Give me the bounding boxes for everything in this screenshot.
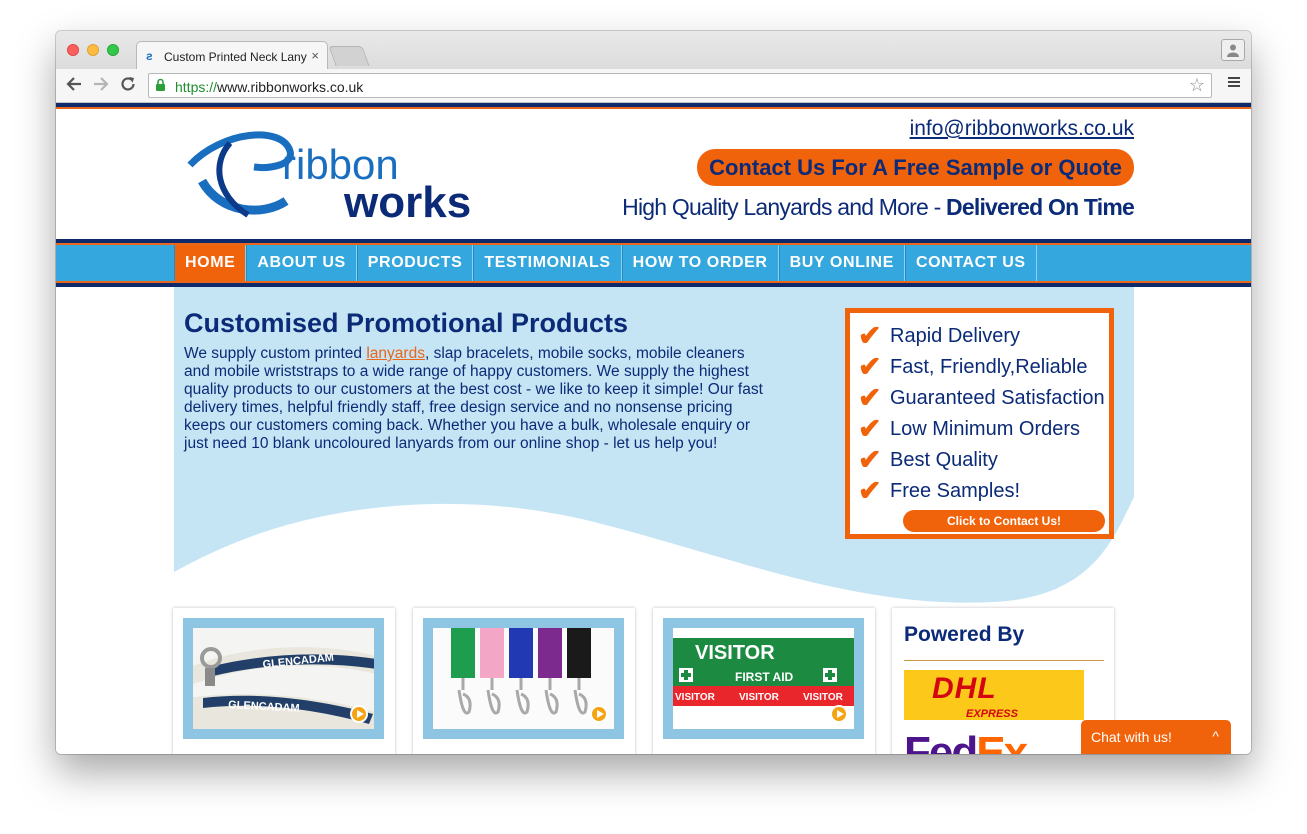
browser-toolbar: https://www.ribbonworks.co.uk ☆ <box>56 69 1251 103</box>
card-image-frame <box>423 618 624 739</box>
ribbon-favicon-icon: ƨ <box>146 49 153 63</box>
card-3-print-text-visitor-small: VISITOR <box>803 692 844 703</box>
checkmark-icon: ✔ <box>858 444 882 475</box>
forward-arrow-icon[interactable] <box>92 75 110 98</box>
browser-titlebar: ƨ Custom Printed Neck Lany × <box>56 31 1251 69</box>
header-stripe <box>56 103 1251 109</box>
logo-word-works: works <box>343 178 471 221</box>
web-page: ribbon works info@ribbonworks.co.uk Cont… <box>56 103 1251 754</box>
checkmark-icon: ✔ <box>858 382 882 413</box>
play-arrow-icon[interactable] <box>350 705 368 723</box>
bookmark-star-icon[interactable]: ☆ <box>1189 75 1205 96</box>
reload-icon[interactable] <box>119 75 137 98</box>
chat-widget-button[interactable]: Chat with us! ^ <box>1081 720 1231 754</box>
menu-icon[interactable] <box>1227 74 1241 94</box>
dhl-logo: DHL EXPRESS <box>904 670 1084 720</box>
lanyards-link[interactable]: lanyards <box>366 345 425 362</box>
benefit-item: ✔ Best Quality <box>858 445 998 475</box>
powered-by-title: Powered By <box>904 623 1025 646</box>
tagline-regular: High Quality Lanyards and More - <box>622 194 947 220</box>
hero-text-before: We supply custom printed <box>184 345 367 362</box>
benefit-item: ✔ Rapid Delivery <box>858 321 1020 351</box>
product-card-printed-lanyards[interactable]: GLENCADAM GLENCADAM <box>173 608 395 754</box>
chat-label: Chat with us! <box>1091 729 1172 745</box>
card-image-frame: GLENCADAM GLENCADAM <box>183 618 384 739</box>
tab-title: Custom Printed Neck Lany <box>164 50 307 64</box>
nav-item-contact-us[interactable]: CONTACT US <box>904 245 1037 281</box>
benefit-item: ✔ Guaranteed Satisfaction <box>858 383 1105 413</box>
tab-close-icon[interactable]: × <box>311 48 319 63</box>
card-3-print-text-first-aid: FIRST AID <box>735 670 794 684</box>
free-sample-cta-button[interactable]: Contact Us For A Free Sample or Quote <box>697 149 1134 186</box>
play-arrow-icon[interactable] <box>830 705 848 723</box>
close-window-button[interactable] <box>67 44 79 56</box>
card-image-frame: VISITOR FIRST AID VISITOR VISITOR VISITO… <box>663 618 864 739</box>
browser-tab[interactable]: ƨ Custom Printed Neck Lany × <box>136 41 328 69</box>
ribbonworks-logo[interactable]: ribbon works <box>182 121 502 227</box>
tagline: High Quality Lanyards and More - Deliver… <box>622 194 1135 221</box>
click-to-contact-button[interactable]: Click to Contact Us! <box>903 510 1105 532</box>
nav-item-buy-online[interactable]: BUY ONLINE <box>778 245 905 281</box>
coloured-lanyards-image[interactable] <box>433 628 614 729</box>
card-3-print-text-visitor: VISITOR <box>695 642 775 664</box>
benefit-label: Rapid Delivery <box>890 324 1021 347</box>
card-3-print-text-visitor-small: VISITOR <box>739 692 780 703</box>
benefits-box: ✔ Rapid Delivery ✔ Fast, Friendly,Reliable… <box>845 308 1114 539</box>
benefit-item: ✔ Low Minimum Orders <box>858 414 1080 444</box>
email-link[interactable]: info@ribbonworks.co.uk <box>910 117 1134 141</box>
back-arrow-icon[interactable] <box>65 75 83 98</box>
checkmark-icon: ✔ <box>858 351 882 382</box>
address-bar[interactable]: https://www.ribbonworks.co.uk ☆ <box>148 73 1212 98</box>
new-tab-button[interactable] <box>328 46 370 66</box>
nav-item-testimonials[interactable]: TESTIMONIALS <box>473 245 622 281</box>
checkmark-icon: ✔ <box>858 475 882 506</box>
hero-description: We supply custom printed lanyards, slap … <box>184 345 774 453</box>
tagline-bold: Delivered On Time <box>946 194 1135 220</box>
nav-item-products[interactable]: PRODUCTS <box>356 245 474 281</box>
benefit-label: Best Quality <box>890 448 998 471</box>
nav-item-about-us[interactable]: ABOUT US <box>246 245 357 281</box>
dhl-logo-text: DHL <box>932 672 997 705</box>
chevron-up-icon[interactable]: ^ <box>1212 728 1219 744</box>
nav-items: HOME ABOUT US PRODUCTS TESTIMONIALS HOW … <box>174 245 1037 281</box>
benefit-label: Guaranteed Satisfaction <box>890 386 1105 409</box>
browser-window: ƨ Custom Printed Neck Lany × https://www… <box>56 31 1251 754</box>
url-text: https://www.ribbonworks.co.uk <box>175 79 363 95</box>
main-nav: HOME ABOUT US PRODUCTS TESTIMONIALS HOW … <box>56 243 1251 283</box>
lock-icon <box>155 78 166 95</box>
dhl-express-text: EXPRESS <box>966 708 1018 720</box>
fedex-logo-ex: Ex <box>976 728 1028 754</box>
checkmark-icon: ✔ <box>858 413 882 444</box>
benefit-label: Free Samples! <box>890 479 1021 502</box>
nav-item-home[interactable]: HOME <box>174 245 247 281</box>
benefit-item: ✔ Free Samples! <box>858 476 1020 506</box>
nav-item-how-to-order[interactable]: HOW TO ORDER <box>621 245 779 281</box>
card-3-print-text-visitor-small: VISITOR <box>675 692 716 703</box>
play-arrow-icon[interactable] <box>590 705 608 723</box>
benefit-label: Fast, Friendly,Reliable <box>890 355 1088 378</box>
profile-icon[interactable] <box>1221 39 1245 61</box>
hero-title: Customised Promotional Products <box>184 308 629 338</box>
product-card-safety-lanyards[interactable]: VISITOR FIRST AID VISITOR VISITOR VISITO… <box>653 608 875 754</box>
url-host: www.ribbonworks.co.uk <box>217 79 364 95</box>
glencadam-lanyard-image[interactable]: GLENCADAM GLENCADAM <box>193 628 374 729</box>
zoom-window-button[interactable] <box>107 44 119 56</box>
fedex-logo: FedEx <box>904 728 1028 754</box>
checkmark-icon: ✔ <box>858 320 882 351</box>
divider <box>904 660 1104 661</box>
product-card-plain-lanyards[interactable] <box>413 608 635 754</box>
benefit-item: ✔ Fast, Friendly,Reliable <box>858 352 1087 382</box>
fedex-logo-fed: Fed <box>904 728 978 754</box>
visitor-lanyards-image[interactable]: VISITOR FIRST AID VISITOR VISITOR VISITO… <box>673 628 854 729</box>
url-scheme: https:// <box>175 79 218 95</box>
minimize-window-button[interactable] <box>87 44 99 56</box>
benefit-label: Low Minimum Orders <box>890 417 1081 440</box>
